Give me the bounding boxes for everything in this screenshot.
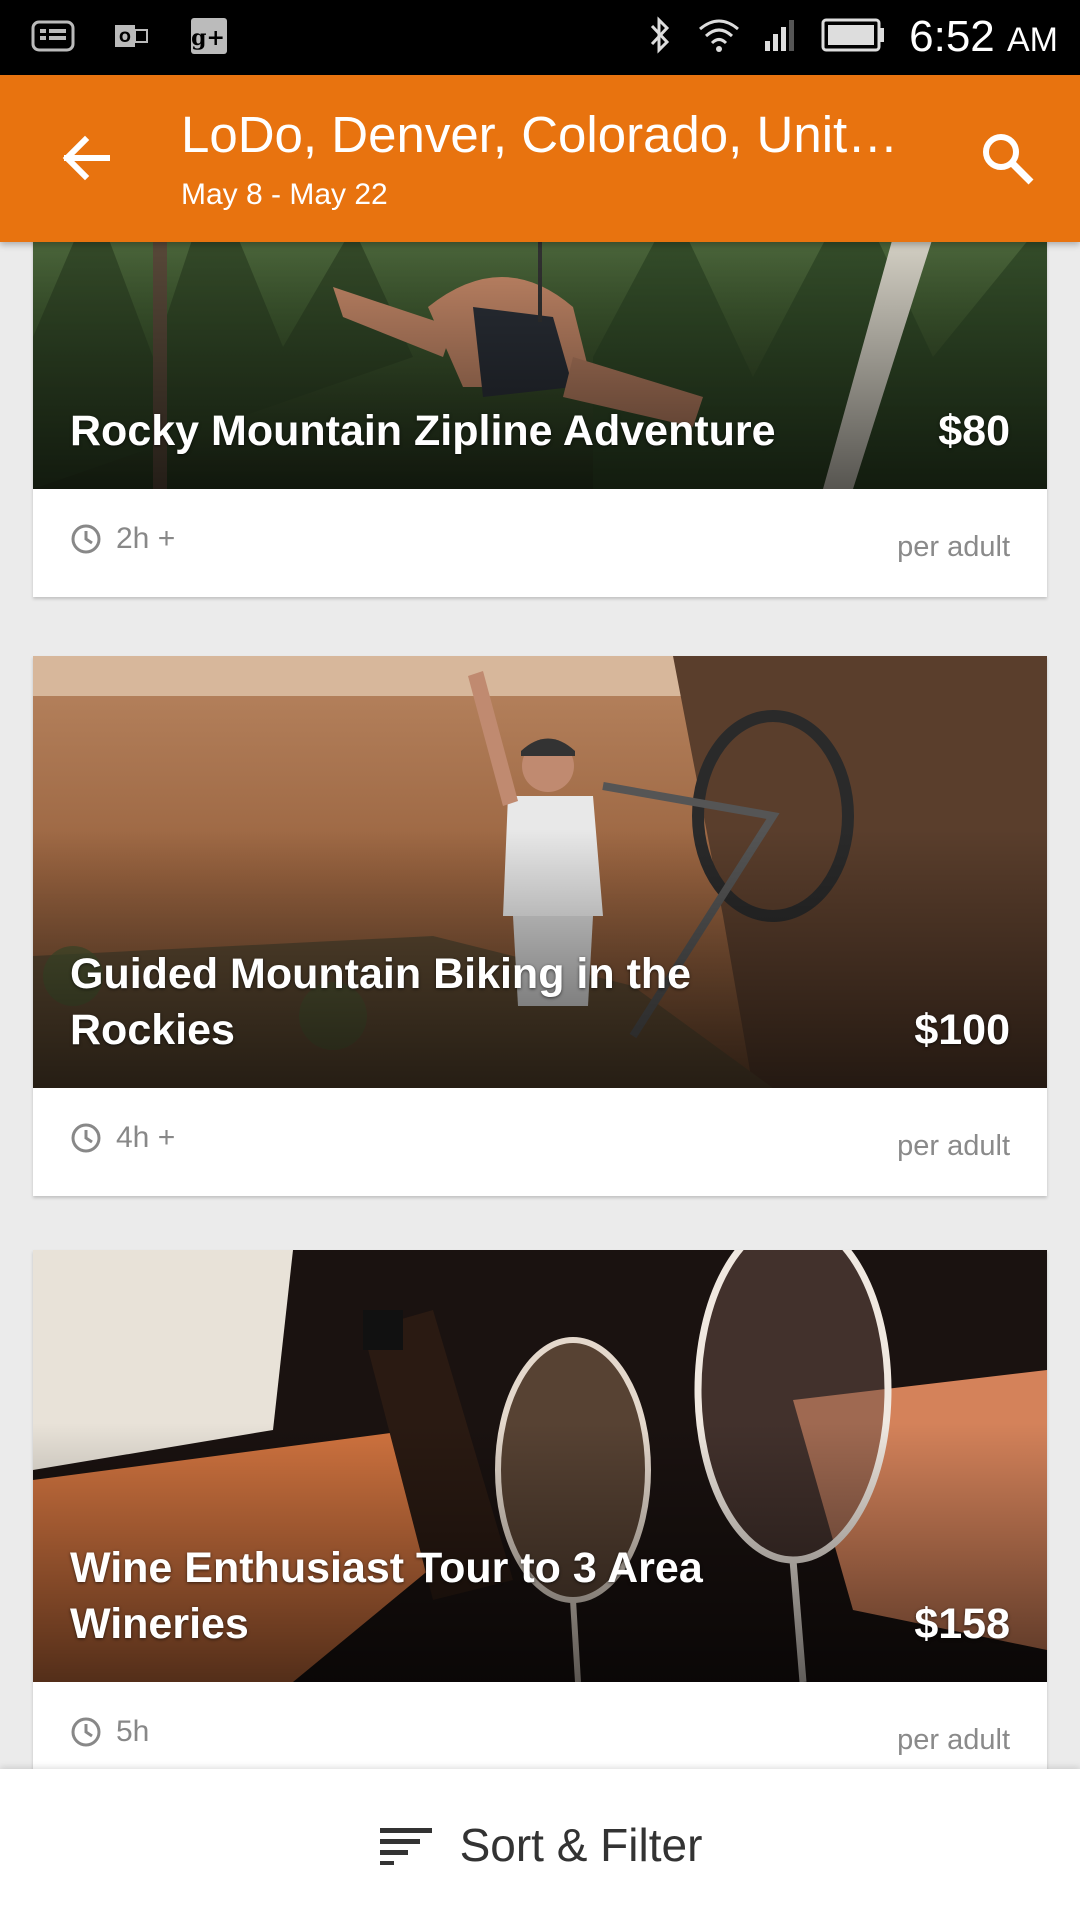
card-footer: 4h + per adult (33, 1088, 1047, 1196)
sort-icon (379, 1827, 432, 1865)
price-unit: per adult (897, 1724, 1010, 1756)
activity-photo: Wine Enthusiast Tour to 3 Area Wineries … (33, 1250, 1047, 1682)
news-icon (30, 16, 76, 56)
sort-filter-button[interactable]: Sort & Filter (0, 1769, 1080, 1920)
activity-price: $80 (938, 407, 1010, 455)
duration: 4h + (70, 1121, 175, 1155)
activity-card[interactable]: Rocky Mountain Zipline Adventure $80 2h … (33, 242, 1047, 597)
activity-card[interactable]: Wine Enthusiast Tour to 3 Area Wineries … (33, 1250, 1047, 1769)
outlook-icon: O (108, 16, 154, 56)
clock: 6:52 AM (909, 12, 1058, 61)
activity-title: Rocky Mountain Zipline Adventure (70, 407, 776, 455)
svg-text:g+: g+ (191, 25, 225, 51)
activity-title: Wine Enthusiast Tour to 3 Area Wineries (70, 1544, 703, 1648)
activity-list[interactable]: Rocky Mountain Zipline Adventure $80 2h … (0, 242, 1080, 1769)
date-range: May 8 - May 22 (181, 178, 388, 211)
duration-label: 2h + (116, 522, 176, 555)
bluetooth-icon (645, 15, 675, 60)
back-button[interactable] (52, 125, 118, 191)
status-bar: O g+ 6:52 AM (0, 0, 1080, 75)
clock-icon (71, 524, 101, 554)
clock-icon (71, 1123, 101, 1153)
clock-icon (71, 1717, 101, 1747)
sort-filter-label: Sort & Filter (459, 1818, 703, 1871)
system-status: 6:52 AM (645, 12, 1058, 62)
search-icon (983, 134, 1034, 185)
activity-photo: Rocky Mountain Zipline Adventure $80 (33, 242, 1047, 489)
svg-text:O: O (119, 30, 131, 46)
activity-price: $100 (914, 1006, 1010, 1054)
activity-price: $158 (914, 1600, 1010, 1648)
price-unit: per adult (897, 1130, 1010, 1162)
card-footer: 2h + per adult (33, 489, 1047, 597)
activity-photo: Guided Mountain Biking in the Rockies $1… (33, 656, 1047, 1088)
search-button[interactable] (974, 125, 1040, 191)
activity-card[interactable]: Guided Mountain Biking in the Rockies $1… (33, 656, 1047, 1196)
duration: 5h (70, 1715, 149, 1749)
signal-icon (763, 17, 799, 58)
duration-label: 5h (116, 1715, 150, 1748)
google-plus-icon: g+ (186, 16, 232, 56)
location-title: LoDo, Denver, Colorado, United States (181, 106, 916, 163)
app-bar: LoDo, Denver, Colorado, United States Ma… (0, 75, 1080, 242)
duration: 2h + (70, 522, 175, 556)
price-unit: per adult (897, 531, 1010, 563)
duration-label: 4h + (116, 1121, 176, 1154)
arrow-back-icon (62, 135, 110, 181)
battery-icon (821, 17, 887, 58)
notification-icons: O g+ (30, 16, 232, 56)
activity-title: Guided Mountain Biking in the Rockies (70, 950, 692, 1054)
card-footer: 5h per adult (33, 1682, 1047, 1769)
wifi-icon (697, 15, 741, 60)
